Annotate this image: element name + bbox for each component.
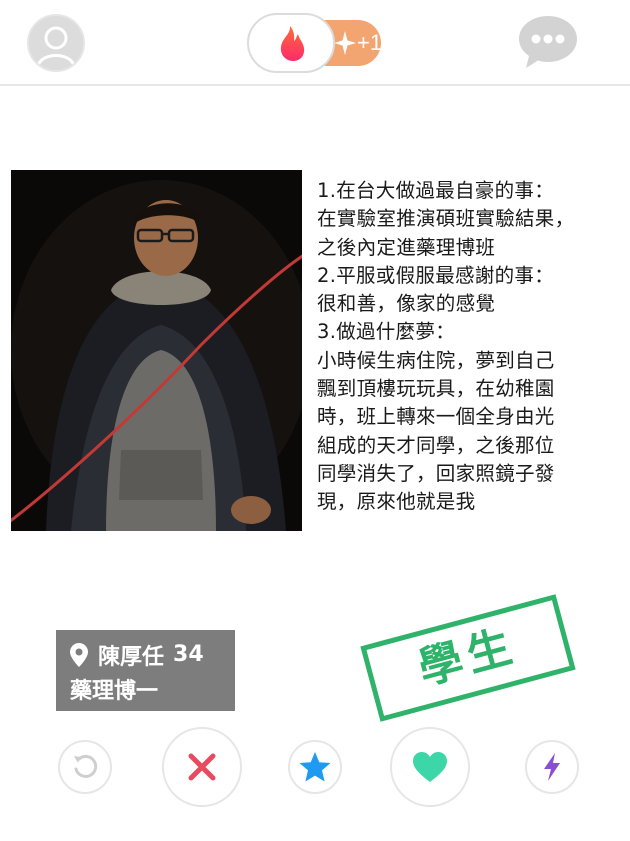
bio-line: 飄到頂樓玩玩具，在幼稚園 [317, 377, 555, 401]
profile-photo-image [11, 170, 302, 531]
bio-text: 1.在台大做過最自豪的事： 在實驗室推演碩班實驗結果， 之後內定進藥理博班 2.… [317, 177, 627, 517]
name-row: 陳厚任 34 [70, 639, 235, 670]
bio-line: 2.平服或假服最感謝的事： [317, 263, 555, 287]
like-button[interactable] [390, 727, 470, 807]
bio-line: 在實驗室推演碩班實驗結果， [317, 207, 575, 231]
rewind-icon [74, 754, 98, 778]
plus-count: +1 [357, 30, 383, 55]
bio-line: 小時候生病住院，夢到自己 [317, 348, 555, 372]
nope-button[interactable] [162, 727, 242, 807]
super-like-button[interactable] [288, 740, 342, 794]
bio-line: 很和善，像家的感覺 [317, 292, 496, 316]
sparkle-icon [334, 31, 356, 55]
avatar-silhouette [29, 16, 83, 70]
bio-line: 組成的天才同學，之後那位 [317, 433, 555, 457]
profile-avatar-icon[interactable] [27, 14, 85, 72]
profile-name-tag[interactable]: 陳厚任 34 藥理博一 [56, 630, 235, 711]
heart-icon [413, 752, 447, 782]
top-bar: +1 [0, 0, 630, 86]
profile-photo[interactable] [11, 170, 302, 531]
bio-line: 現，原來他就是我 [317, 490, 476, 514]
flame-icon [280, 26, 305, 61]
profile-subtitle: 藥理博一 [70, 679, 159, 704]
profile-age: 34 [173, 642, 204, 667]
boost-button[interactable] [525, 740, 579, 794]
profile-name: 陳厚任 [98, 644, 165, 670]
tinder-plus-toggle[interactable]: +1 [247, 13, 383, 73]
student-stamp: 學生 [360, 594, 576, 722]
lightning-icon [544, 753, 560, 781]
bio-line: 3.做過什麼夢： [317, 320, 456, 344]
close-icon [188, 753, 216, 781]
bio-line: 之後內定進藥理博班 [317, 235, 496, 259]
chat-bubble-icon[interactable] [517, 13, 579, 71]
rewind-button[interactable] [58, 740, 112, 794]
bio-line: 時，班上轉來一個全身由光 [317, 405, 555, 429]
bio-line: 1.在台大做過最自豪的事： [317, 179, 555, 202]
bio-line: 同學消失了，回家照鏡子發 [317, 461, 555, 485]
logo-button[interactable] [247, 13, 335, 73]
location-pin-icon [70, 642, 88, 667]
star-icon [299, 752, 331, 782]
